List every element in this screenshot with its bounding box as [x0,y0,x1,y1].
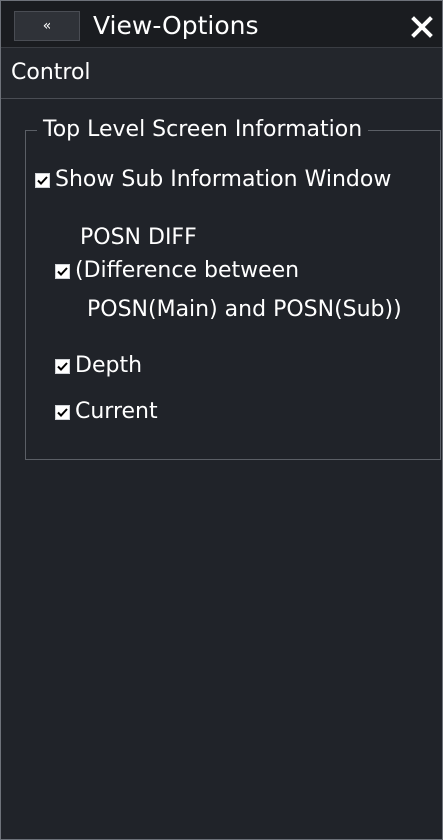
posn-diff-label-line1: (Difference between [75,258,300,283]
checkmark-icon [37,175,48,185]
checkmark-icon [57,407,68,417]
close-icon [411,16,433,38]
depth-option[interactable]: Depth [55,353,142,379]
current-checkbox[interactable] [55,404,70,420]
checkmark-icon [57,361,68,371]
title-bar: « View-Options [1,1,442,48]
depth-label: Depth [75,353,143,378]
double-chevron-left-icon: « [42,18,52,34]
group-title: Top Level Screen Information [37,117,369,143]
show-sub-window-checkbox[interactable] [35,172,50,188]
posn-diff-heading: POSN DIFF [80,225,197,250]
window-title: View-Options [93,11,259,40]
checkmark-icon [57,266,68,276]
current-label: Current [75,399,158,424]
show-sub-window-option[interactable]: Show Sub Information Window [35,167,391,193]
back-button[interactable]: « [14,11,80,41]
posn-diff-option[interactable]: (Difference between [55,258,299,284]
close-button[interactable] [408,13,436,41]
view-options-panel: « View-Options Control Top Level Screen … [0,0,443,840]
section-header-control: Control [1,48,442,99]
section-title: Control [11,60,91,85]
posn-diff-label-line2: POSN(Main) and POSN(Sub)) [87,297,402,322]
posn-diff-checkbox[interactable] [55,263,70,279]
current-option[interactable]: Current [55,399,158,425]
show-sub-window-label: Show Sub Information Window [55,167,392,192]
depth-checkbox[interactable] [55,358,70,374]
